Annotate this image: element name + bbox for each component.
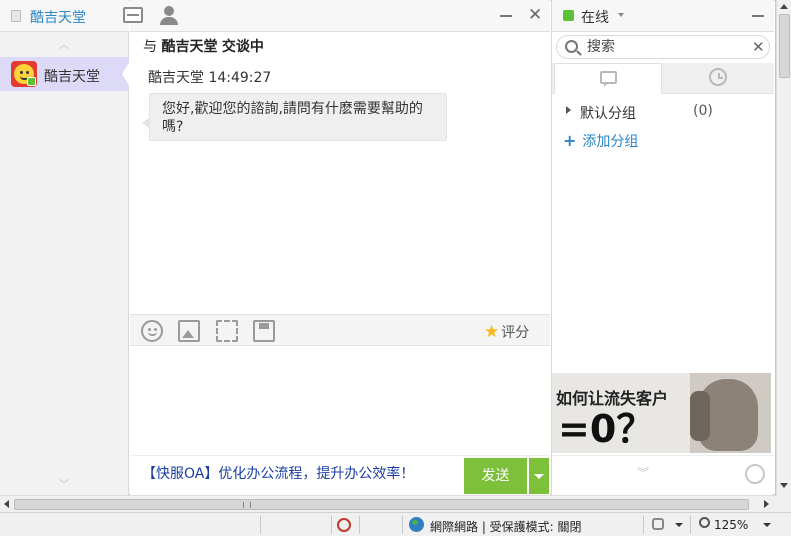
contact-item[interactable]: 酷吉天堂 — [0, 57, 130, 91]
minimize-icon[interactable] — [752, 15, 764, 17]
monitor-icon[interactable] — [123, 7, 143, 23]
save-icon[interactable] — [253, 320, 275, 342]
vertical-scrollbar[interactable] — [776, 0, 791, 495]
ad-big-text: =0？ — [558, 407, 655, 451]
lock-icon[interactable] — [652, 518, 664, 530]
send-button[interactable]: 发送 — [464, 458, 528, 494]
browser-status-bar: 網際網路 | 受保護模式: 關閉 125% — [0, 512, 791, 536]
contact-sidebar: 酷吉天堂 ︿ 酷吉天堂 ﹀ — [0, 0, 130, 495]
ad-headline: 如何让流失客户 — [556, 389, 669, 408]
chevron-down-icon[interactable]: ︾ — [637, 464, 649, 481]
message-input[interactable] — [130, 347, 550, 455]
chat-panel: ✕ 与 酷吉天堂 交谈中 酷吉天堂 14:49:27 您好,歡迎您的諮詢,請問有… — [123, 0, 550, 495]
online-status-icon — [563, 10, 574, 21]
scroll-down-icon[interactable]: ﹀ — [57, 476, 71, 491]
star-icon: ★ — [484, 322, 500, 342]
scroll-right-arrow-icon[interactable] — [764, 500, 769, 508]
search-input[interactable] — [587, 38, 747, 56]
group-row[interactable]: 默认分组 (0) — [552, 100, 774, 124]
close-icon[interactable]: ✕ — [528, 7, 542, 24]
refresh-icon[interactable] — [745, 464, 765, 484]
add-group-button[interactable]: + 添加分组 — [563, 131, 638, 151]
sidebar-title: 酷吉天堂 — [30, 10, 86, 26]
chevron-down-icon[interactable] — [763, 523, 771, 527]
scroll-thumb[interactable] — [779, 14, 790, 78]
chat-bottom-bar: 【快服OA】优化办公流程，提升办公效率！ 发送 — [130, 455, 550, 495]
expand-icon — [566, 106, 571, 114]
chat-bubble-icon — [600, 71, 617, 87]
doc-icon — [11, 10, 21, 22]
contacts-panel: 在线 ✕ 默认分组 (0) +添加分组 如何让流失 — [551, 0, 774, 495]
chevron-down-icon — [534, 474, 544, 479]
security-zone-text[interactable]: 網際網路 | 受保護模式: 關閉 — [430, 518, 582, 535]
minimize-icon[interactable] — [500, 15, 512, 17]
message-sender: 酷吉天堂 — [148, 70, 204, 86]
online-badge — [27, 77, 36, 86]
status-header: 在线 — [552, 0, 774, 32]
tab-history[interactable] — [663, 63, 771, 94]
ad-person-image — [690, 373, 771, 453]
panel-footer: ︾ — [552, 455, 774, 495]
scroll-left-arrow-icon[interactable] — [4, 500, 9, 508]
rate-button[interactable]: ★ 评分 — [484, 322, 529, 342]
chat-topbar: ✕ — [123, 0, 550, 32]
status-label[interactable]: 在线 — [581, 7, 609, 27]
avatar — [11, 61, 37, 87]
ad-banner[interactable]: 如何让流失客户 =0？ — [552, 373, 771, 453]
message-time: 14:49:27 — [208, 70, 272, 86]
selected-pointer — [122, 61, 130, 87]
globe-icon — [409, 517, 424, 532]
chat-subtitle: 与 酷吉天堂 交谈中 — [143, 39, 264, 55]
chat-partner-name: 酷吉天堂 — [161, 39, 218, 55]
chevron-down-icon[interactable] — [675, 523, 683, 527]
plus-icon: + — [563, 131, 577, 150]
contact-name: 酷吉天堂 — [44, 69, 100, 85]
zoom-icon — [699, 517, 710, 528]
search-box: ✕ — [556, 35, 770, 59]
sidebar-header: 酷吉天堂 — [0, 0, 129, 32]
send-options-button[interactable] — [529, 458, 549, 494]
panel-tabs — [552, 63, 774, 94]
message-bubble: 您好,歡迎您的諮詢,請問有什麽需要幫助的嗎? — [149, 93, 447, 141]
screenshot-icon[interactable] — [216, 320, 238, 342]
input-toolbar: ★ 评分 — [130, 314, 550, 346]
scroll-thumb[interactable] — [14, 499, 749, 510]
scroll-down-arrow-icon[interactable] — [780, 483, 788, 488]
scroll-up-icon[interactable]: ︿ — [57, 36, 71, 51]
person-icon[interactable] — [164, 6, 174, 16]
emoji-icon[interactable] — [141, 320, 163, 342]
privacy-eye-icon[interactable] — [337, 518, 351, 532]
tab-conversations[interactable] — [554, 63, 662, 94]
image-icon[interactable] — [178, 320, 200, 342]
horizontal-scrollbar[interactable] — [0, 495, 776, 512]
group-name: 默认分组 — [580, 106, 636, 122]
status-dropdown-icon[interactable] — [618, 13, 624, 17]
clear-search-icon[interactable]: ✕ — [752, 38, 765, 56]
promo-link[interactable]: 【快服OA】优化办公流程，提升办公效率！ — [142, 463, 414, 483]
group-count: (0) — [693, 103, 713, 119]
clock-icon — [709, 68, 727, 86]
zoom-level[interactable]: 125% — [714, 518, 748, 532]
message-meta: 酷吉天堂 14:49:27 — [148, 67, 271, 87]
scroll-up-arrow-icon[interactable] — [780, 4, 788, 9]
